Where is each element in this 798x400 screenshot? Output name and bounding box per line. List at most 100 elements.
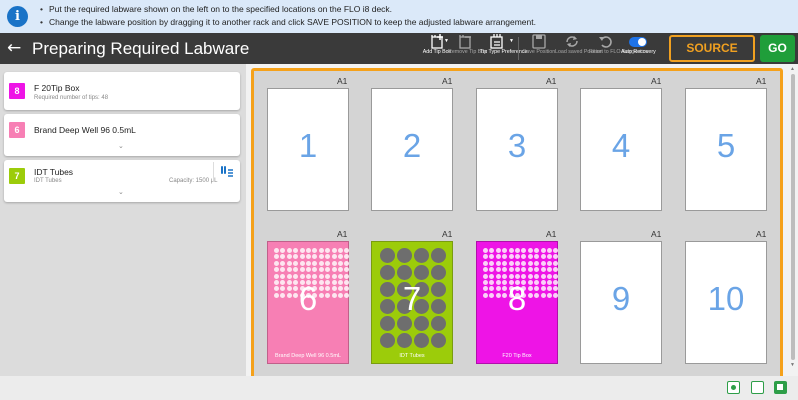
deck-slot-1[interactable]: 1 [267,88,349,211]
scroll-down-icon[interactable]: ▼ [790,362,795,368]
labware-card-idt-tubes[interactable]: 7 IDT Tubes IDT Tubes Capacity: 1500 μL … [4,160,240,202]
well-dot [414,248,429,263]
back-arrow-icon[interactable]: ← [7,37,21,59]
well-dot [380,316,395,331]
panel-icon[interactable] [774,381,787,394]
slot-number: 7 [402,280,422,317]
well-dot [508,260,514,266]
well-dot [521,260,527,266]
well-dot [280,267,286,273]
auto-recovery-toggle[interactable]: Auto Recovery [621,34,656,63]
slot-a1-label: A1 [756,76,767,86]
slot-a1-label: A1 [546,76,557,86]
slot-number: 8 [507,280,527,317]
reset-to-flo-suggestion-button[interactable]: Reset to FLO Suggestion [589,34,648,63]
well-dot [553,248,559,253]
labware-subtitle: IDT Tubes [34,178,62,184]
well-dot [318,267,324,273]
chevron-down-icon[interactable]: ⌄ [118,188,124,196]
scroll-up-icon[interactable]: ▲ [790,66,795,72]
add-tip-box-icon [431,34,443,49]
well-dot [489,267,495,273]
deck-slot-10[interactable]: 10 [685,241,767,364]
labware-card-deep-well[interactable]: 6 Brand Deep Well 96 0.5mL ⌄ [4,114,240,156]
well-dot [305,254,311,260]
well-dot [502,248,508,253]
save-position-button[interactable]: Save Position [522,34,556,63]
toggle-switch-icon[interactable] [629,37,647,47]
well-dot [495,248,501,253]
well-dot [331,248,337,253]
labware-badge: 7 [9,168,25,184]
labware-card-tip-box[interactable]: 8 F 20Tip Box Required number of tips: 4… [4,72,240,110]
well-dot [521,267,527,273]
load-saved-position-button[interactable]: Load saved Position [555,34,603,63]
well-dot [534,248,540,253]
deck-slot-9[interactable]: 9 [580,241,662,364]
go-button[interactable]: GO [760,35,795,62]
well-dot [414,265,429,280]
well-dot [397,248,412,263]
well-dot [534,267,540,273]
source-info-button[interactable]: SOURCE INFO [669,35,755,78]
deck-slot-5[interactable]: 5 [685,88,767,211]
well-dot [489,273,495,279]
well-dot [540,248,546,253]
tube-settings-icon[interactable] [220,165,234,179]
well-dot [514,267,520,273]
well-dot [431,265,446,280]
well-dot [546,248,552,253]
slot-a1-label: A1 [651,229,662,239]
deck-slot-2[interactable]: 2 [371,88,453,211]
slot-number: 3 [507,127,527,164]
slot-a1-label: A1 [337,229,348,239]
well-dot [553,260,559,266]
slot-number: 6 [298,280,318,317]
deck-slot-6[interactable]: 6 Brand Deep Well 96 0.5mL [267,241,350,364]
well-dot [527,267,533,273]
well-dot [495,267,501,273]
well-dot [489,254,495,260]
well-dot [483,260,488,266]
well-dot [380,333,395,348]
well-dot [299,248,305,253]
tip-type-dropdown-icon[interactable]: ▼ [509,38,514,44]
well-dot [489,248,495,253]
deck-slot-4[interactable]: 4 [580,88,662,211]
deck-slot-7[interactable]: 7 IDT Tubes [371,241,453,364]
chevron-down-icon[interactable]: ⌄ [118,142,124,150]
remove-tip-box-icon [459,35,471,49]
scrollbar[interactable]: ▲ ▼ [789,66,797,368]
well-dot [274,254,279,260]
well-dot [546,254,552,260]
well-dot [483,267,488,273]
well-dot [344,248,350,253]
instruction-line: Change the labware position by dragging … [40,16,536,29]
well-dot [286,260,292,266]
well-dot [514,248,520,253]
well-dot [293,254,299,260]
camera-icon[interactable] [727,381,740,394]
well-dot [318,248,324,253]
slot-a1-label: A1 [442,229,453,239]
well-dot [483,254,488,260]
well-dot [299,260,305,266]
well-dot [540,273,546,279]
well-dot [325,273,331,279]
card-divider [213,162,214,182]
well-dot [397,265,412,280]
slot-number: 9 [611,280,631,317]
well-dot [337,267,343,273]
well-dot [380,248,395,263]
window-icon[interactable] [751,381,764,394]
labware-badge: 6 [9,122,25,138]
scrollbar-thumb[interactable] [791,74,795,360]
well-dot [331,254,337,260]
well-dot [483,248,488,253]
remove-tip-box-button[interactable]: Remove Tip Box [448,34,487,63]
deck-slot-8[interactable]: 8 F20 Tip Box [476,241,559,364]
deck-slot-3[interactable]: 3 [476,88,558,211]
well-dot [312,254,318,260]
well-dot [431,316,446,331]
slot-a1-label: A1 [442,76,453,86]
